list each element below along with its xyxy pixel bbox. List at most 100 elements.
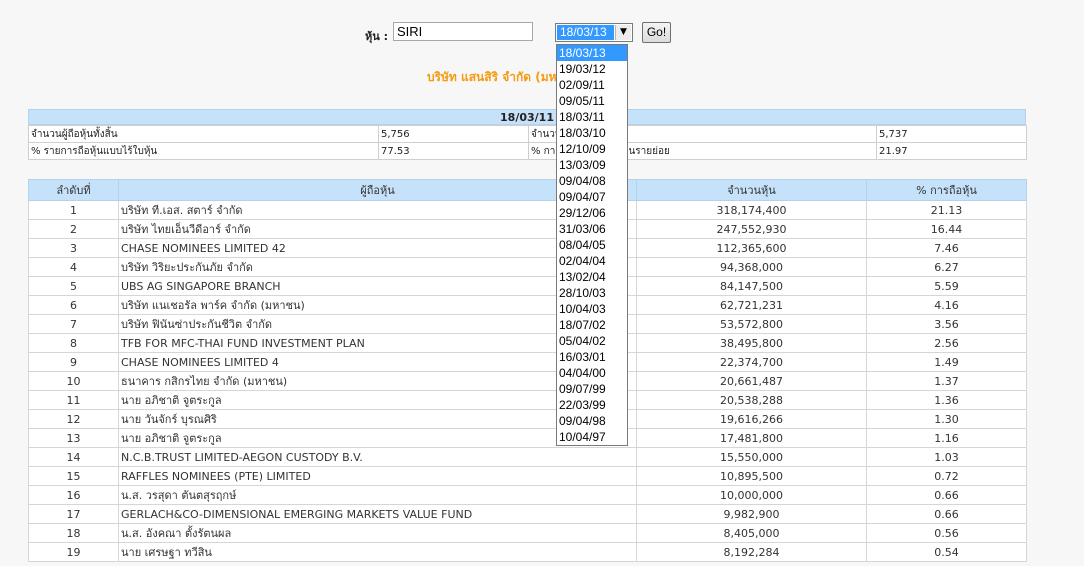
shareholder-table: ลำดับที่ ผู้ถือหุ้น จำนวนหุ้น % การถือหุ… — [28, 179, 1027, 562]
percent-cell: 0.72 — [866, 466, 1027, 486]
dropdown-option[interactable]: 19/03/12 — [557, 61, 627, 77]
dropdown-option[interactable]: 22/03/99 — [557, 397, 627, 413]
summary-value: 77.53 — [378, 142, 529, 160]
percent-cell: 0.56 — [866, 523, 1027, 543]
shares-cell: 22,374,700 — [636, 352, 867, 372]
company-title: บริษัท แสนสิริ จำกัด (มหาชน) (SIRI) — [426, 70, 628, 84]
summary-row: % รายการถือหุ้นแบบไร้ใบหุ้น77.53% การถือ… — [28, 142, 1027, 160]
shares-cell: 10,000,000 — [636, 485, 867, 505]
dropdown-option[interactable]: 09/04/08 — [557, 173, 627, 189]
shares-cell: 38,495,800 — [636, 333, 867, 353]
percent-cell: 7.46 — [866, 238, 1027, 258]
shares-cell: 20,538,288 — [636, 390, 867, 410]
table-row: 6 บริษัท แนเชอรัล พาร์ค จำกัด (มหาชน) 62,7… — [28, 295, 1027, 315]
dropdown-option[interactable]: 09/05/11 — [557, 93, 627, 109]
dropdown-option[interactable]: 09/04/98 — [557, 413, 627, 429]
table-row: 16 น.ส. วรสุดา ตันตสุรฤกษ์ 10,000,000 0.66 — [28, 485, 1027, 505]
dropdown-option[interactable]: 08/04/05 — [557, 237, 627, 253]
dropdown-option[interactable]: 18/03/13 — [557, 45, 627, 61]
rank-cell: 8 — [28, 333, 119, 353]
table-row: 8 TFB FOR MFC-THAI FUND INVESTMENT PLAN 38… — [28, 333, 1027, 353]
shares-cell: 9,982,900 — [636, 504, 867, 524]
go-button[interactable]: Go! — [642, 22, 671, 43]
percent-cell: 0.54 — [866, 542, 1027, 562]
dropdown-option[interactable]: 16/03/01 — [557, 349, 627, 365]
summary-table: 18/03/11 จำนวนผู้ถือหุ้นทั้งสิ้น5,756จำน… — [28, 109, 1027, 160]
percent-cell: 1.03 — [866, 447, 1027, 467]
shares-cell: 20,661,487 — [636, 371, 867, 391]
dropdown-option[interactable]: 28/10/03 — [557, 285, 627, 301]
col-header-shares: จำนวนหุ้น — [636, 179, 867, 201]
date-dropdown-list[interactable]: 18/03/13 19/03/12 02/09/11 09/05/11 18/03/11… — [556, 44, 628, 446]
percent-cell: 4.16 — [866, 295, 1027, 315]
dropdown-option[interactable]: 13/03/09 — [557, 157, 627, 173]
rank-cell: 4 — [28, 257, 119, 277]
rank-cell: 2 — [28, 219, 119, 239]
dropdown-option[interactable]: 04/04/00 — [557, 365, 627, 381]
table-row: 5 UBS AG SINGAPORE BRANCH 84,147,500 5.59 — [28, 276, 1027, 296]
holder-name-cell: RAFFLES NOMINEES (PTE) LIMITED — [118, 466, 637, 486]
search-label: หุ้น : — [365, 30, 388, 43]
dropdown-option[interactable]: 18/07/02 — [557, 317, 627, 333]
dropdown-option[interactable]: 18/03/11 — [557, 109, 627, 125]
table-row: 13 นาย อภิชาติ จูตระกูล 17,481,800 1.16 — [28, 428, 1027, 448]
percent-cell: 5.59 — [866, 276, 1027, 296]
shares-cell: 8,192,284 — [636, 542, 867, 562]
rank-cell: 7 — [28, 314, 119, 334]
percent-cell: 1.37 — [866, 371, 1027, 391]
dropdown-option[interactable]: 31/03/06 — [557, 221, 627, 237]
page: หุ้น : SIRI 18/03/13 ▼ Go! บริษัท แสนสิร… — [0, 0, 1084, 566]
holder-name-cell: น.ส. วรสุดา ตันตสุรฤกษ์ — [118, 485, 637, 505]
dropdown-option[interactable]: 12/10/09 — [557, 141, 627, 157]
shares-cell: 84,147,500 — [636, 276, 867, 296]
table-row: 3 CHASE NOMINEES LIMITED 42 112,365,600 7.4… — [28, 238, 1027, 258]
table-row: 4 บริษัท วิริยะประกันภัย จำกัด 94,368,000 6… — [28, 257, 1027, 277]
shares-cell: 112,365,600 — [636, 238, 867, 258]
col-header-percent: % การถือหุ้น — [866, 179, 1027, 201]
holder-name-cell: GERLACH&CO-DIMENSIONAL EMERGING MARKETS … — [118, 504, 637, 524]
dropdown-option[interactable]: 29/12/06 — [557, 205, 627, 221]
dropdown-option[interactable]: 05/04/02 — [557, 333, 627, 349]
rank-cell: 6 — [28, 295, 119, 315]
dropdown-option[interactable]: 13/02/04 — [557, 269, 627, 285]
shares-cell: 53,572,800 — [636, 314, 867, 334]
dropdown-option[interactable]: 09/04/07 — [557, 189, 627, 205]
chevron-down-icon[interactable]: ▼ — [615, 25, 631, 40]
shares-cell: 247,552,930 — [636, 219, 867, 239]
rank-cell: 17 — [28, 504, 119, 524]
percent-cell: 6.27 — [866, 257, 1027, 277]
summary-value: 21.97 — [876, 142, 1027, 160]
percent-cell: 2.56 — [866, 333, 1027, 353]
dropdown-option[interactable]: 02/04/04 — [557, 253, 627, 269]
summary-value: 5,756 — [378, 125, 529, 143]
rank-cell: 9 — [28, 352, 119, 372]
percent-cell: 21.13 — [866, 200, 1027, 220]
rank-cell: 12 — [28, 409, 119, 429]
holder-name-cell: N.C.B.TRUST LIMITED-AEGON CUSTODY B.V. — [118, 447, 637, 467]
dropdown-option[interactable]: 02/09/11 — [557, 77, 627, 93]
rank-cell: 19 — [28, 542, 119, 562]
shares-cell: 62,721,231 — [636, 295, 867, 315]
shares-cell: 10,895,500 — [636, 466, 867, 486]
rank-cell: 18 — [28, 523, 119, 543]
summary-label: จำนวนผู้ถือหุ้นทั้งสิ้น — [28, 125, 379, 143]
dropdown-option[interactable]: 09/07/99 — [557, 381, 627, 397]
date-select[interactable]: 18/03/13 ▼ — [555, 23, 633, 42]
rank-cell: 15 — [28, 466, 119, 486]
dropdown-option[interactable]: 18/03/10 — [557, 125, 627, 141]
dropdown-option[interactable]: 10/04/97 — [557, 429, 627, 445]
table-row: 12 นาย วันจักร์ บุรณศิริ 19,616,266 1.30 — [28, 409, 1027, 429]
table-row: 9 CHASE NOMINEES LIMITED 4 22,374,700 1.49 — [28, 352, 1027, 372]
stock-symbol-input[interactable]: SIRI — [393, 22, 533, 41]
rank-cell: 1 — [28, 200, 119, 220]
table-row: 10 ธนาคาร กสิกรไทย จำกัด (มหาชน) 20,661,48… — [28, 371, 1027, 391]
shares-cell: 19,616,266 — [636, 409, 867, 429]
table-row: 2 บริษัท ไทยเอ็นวีดีอาร์ จำกัด 247,552,930… — [28, 219, 1027, 239]
dropdown-option[interactable]: 10/04/03 — [557, 301, 627, 317]
table-row: 14 N.C.B.TRUST LIMITED-AEGON CUSTODY B.V.… — [28, 447, 1027, 467]
shares-cell: 15,550,000 — [636, 447, 867, 467]
percent-cell: 1.30 — [866, 409, 1027, 429]
summary-value: 5,737 — [876, 125, 1027, 143]
table-row: 7 บริษัท ฟินันซ่าประกันชีวิต จำกัด 53,572,… — [28, 314, 1027, 334]
holder-name-cell: น.ส. อังคณา ตั้งรัตนผล — [118, 523, 637, 543]
